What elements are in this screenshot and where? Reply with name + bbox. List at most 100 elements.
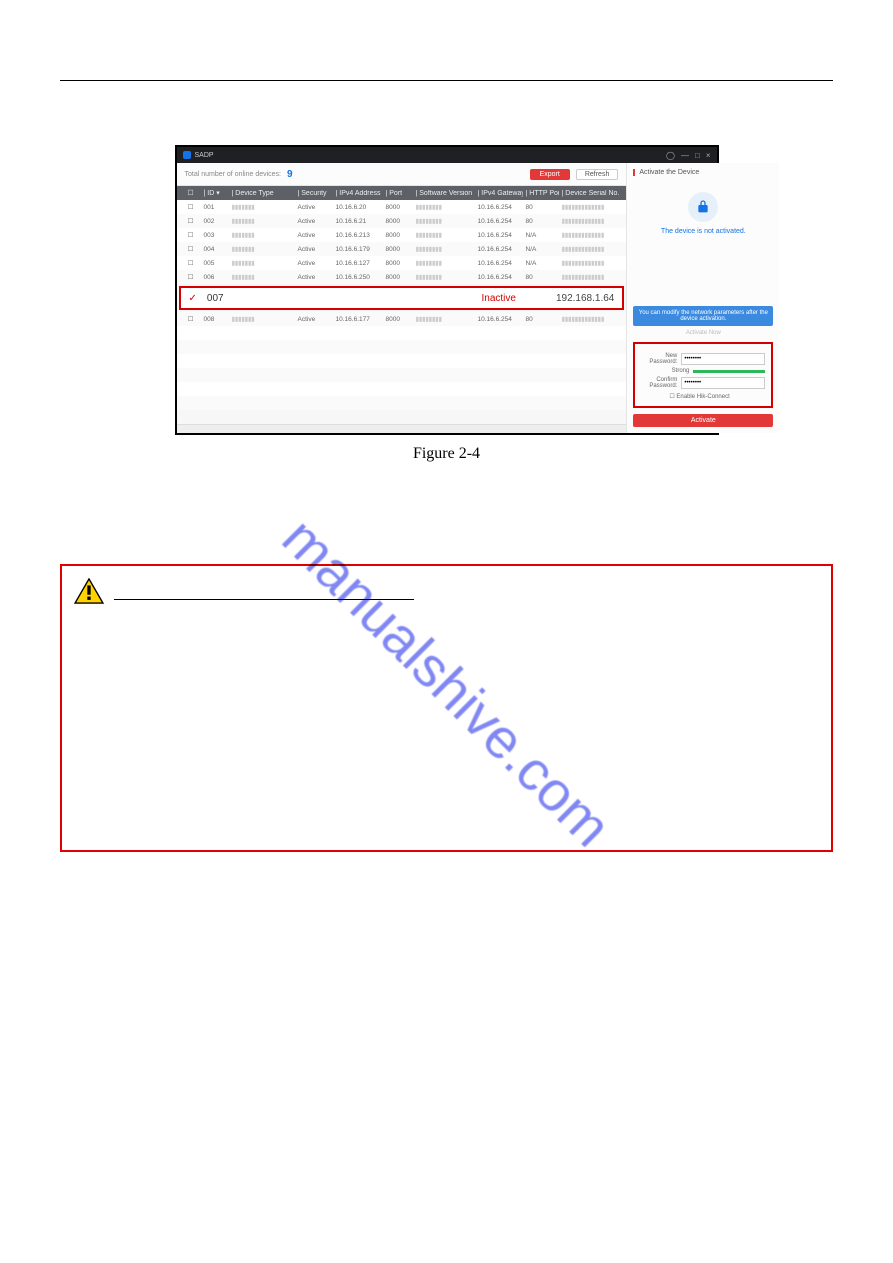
cell-ip: 10.16.6.179: [333, 246, 383, 253]
row-checkbox[interactable]: ☐: [181, 273, 201, 281]
sadp-window: SADP ◯ — □ × Total number of online devi…: [175, 145, 719, 435]
refresh-button[interactable]: Refresh: [576, 169, 619, 180]
cell-security: Active: [295, 260, 333, 267]
cell-version: ▮▮▮▮▮▮▮▮: [413, 259, 475, 267]
figure-subcaption: SADP Interface: [60, 465, 833, 481]
cell-type: ▮▮▮▮▮▮▮: [229, 217, 295, 225]
hdr-http: | HTTP Port: [523, 190, 559, 197]
table-row[interactable]: ☐006▮▮▮▮▮▮▮Active10.16.6.2508000▮▮▮▮▮▮▮▮…: [177, 270, 627, 284]
row-checkbox[interactable]: ☐: [181, 203, 201, 211]
note-text: Note: The SADP software supports activat…: [150, 489, 743, 523]
cell-gateway: 10.16.6.254: [475, 316, 523, 323]
hdr-gateway: | IPv4 Gateway: [475, 190, 523, 197]
table-row[interactable]: ☐005▮▮▮▮▮▮▮Active10.16.6.1278000▮▮▮▮▮▮▮▮…: [177, 256, 627, 270]
cell-version: ▮▮▮▮▮▮▮▮: [413, 203, 475, 211]
right-pane-title: Activate the Device: [633, 169, 773, 176]
activate-button[interactable]: Activate: [633, 414, 773, 427]
cell-port: 8000: [383, 204, 413, 211]
hdr-security: | Security: [295, 190, 333, 197]
row-checkbox[interactable]: ☐: [181, 315, 201, 323]
modify-params-banner[interactable]: You can modify the network parameters af…: [633, 306, 773, 326]
hdr-ip: | IPv4 Address: [333, 190, 383, 197]
table-row-empty: [177, 396, 627, 410]
cell-id: 004: [201, 246, 229, 253]
intro-text: device of inactive status, and then inpu…: [160, 121, 833, 137]
row-checkbox[interactable]: ☐: [181, 217, 201, 225]
row-checkbox[interactable]: ☐: [181, 259, 201, 267]
cell-version: ▮▮▮▮▮▮▮▮: [413, 273, 475, 281]
cell-security: Active: [295, 218, 333, 225]
row-checkbox[interactable]: ☐: [181, 231, 201, 239]
cell-port: 8000: [383, 232, 413, 239]
table-row-empty: [177, 326, 627, 340]
close-icon[interactable]: ×: [706, 151, 711, 160]
hdr-port: | Port: [383, 190, 413, 197]
inactive-ip: 192.168.1.64: [556, 293, 614, 304]
cell-http: 80: [523, 316, 559, 323]
caution-box: STRONG PASSWORD RECOMMENDED – We highly …: [60, 564, 833, 852]
strength-bar: [693, 370, 765, 373]
cell-security: Active: [295, 274, 333, 281]
table-row[interactable]: ☐002▮▮▮▮▮▮▮Active10.16.6.218000▮▮▮▮▮▮▮▮1…: [177, 214, 627, 228]
page-number: 14: [60, 872, 833, 888]
not-activated-label: The device is not activated.: [633, 228, 773, 235]
cell-port: 8000: [383, 274, 413, 281]
cell-type: ▮▮▮▮▮▮▮: [229, 315, 295, 323]
new-password-label: New Password:: [641, 353, 677, 365]
cell-http: N/A: [523, 260, 559, 267]
cell-version: ▮▮▮▮▮▮▮▮: [413, 217, 475, 225]
inactive-status: Inactive: [481, 293, 515, 304]
new-password-input[interactable]: [681, 353, 765, 365]
cell-id: 003: [201, 232, 229, 239]
cell-http: 80: [523, 204, 559, 211]
enable-hikconnect-checkbox[interactable]: ☐ Enable Hik-Connect: [641, 393, 765, 400]
cell-port: 8000: [383, 218, 413, 225]
cell-version: ▮▮▮▮▮▮▮▮: [413, 231, 475, 239]
cell-http: 80: [523, 274, 559, 281]
activate-now-link[interactable]: Activate Now: [633, 330, 773, 336]
cell-security: Active: [295, 316, 333, 323]
cell-gateway: 10.16.6.254: [475, 204, 523, 211]
inactive-row-highlight[interactable]: ✓007Inactive192.168.1.64: [179, 286, 625, 310]
cell-version: ▮▮▮▮▮▮▮▮: [413, 245, 475, 253]
cell-type: ▮▮▮▮▮▮▮: [229, 245, 295, 253]
cell-serial: ▮▮▮▮▮▮▮▮▮▮▮▮▮: [559, 315, 623, 323]
row-checkbox[interactable]: ☐: [181, 245, 201, 253]
cell-type: ▮▮▮▮▮▮▮: [229, 259, 295, 267]
cell-security: Active: [295, 232, 333, 239]
cell-version: ▮▮▮▮▮▮▮▮: [413, 315, 475, 323]
strength-label: Strong: [641, 368, 689, 374]
cell-serial: ▮▮▮▮▮▮▮▮▮▮▮▮▮: [559, 203, 623, 211]
inactive-check-icon: ✓: [189, 293, 197, 304]
cell-security: Active: [295, 246, 333, 253]
horizontal-scrollbar[interactable]: [177, 424, 627, 433]
cell-port: 8000: [383, 260, 413, 267]
top-rule: [60, 80, 833, 81]
maximize-icon[interactable]: □: [695, 151, 700, 160]
password-box: New Password: Strong Confirm Password: ☐…: [633, 342, 773, 408]
cell-ip: 10.16.6.250: [333, 274, 383, 281]
confirm-password-label: Confirm Password:: [641, 377, 677, 389]
cell-http: 80: [523, 218, 559, 225]
cell-security: Active: [295, 204, 333, 211]
cell-id: 001: [201, 204, 229, 211]
warning-icon: [74, 578, 104, 604]
cell-gateway: 10.16.6.254: [475, 274, 523, 281]
cell-type: ▮▮▮▮▮▮▮: [229, 203, 295, 211]
confirm-password-input[interactable]: [681, 377, 765, 389]
minimize-icon[interactable]: —: [681, 151, 689, 160]
cell-ip: 10.16.6.213: [333, 232, 383, 239]
table-row[interactable]: ☐004▮▮▮▮▮▮▮Active10.16.6.1798000▮▮▮▮▮▮▮▮…: [177, 242, 627, 256]
cell-id: 005: [201, 260, 229, 267]
table-row[interactable]: ☐008▮▮▮▮▮▮▮Active10.16.6.1778000▮▮▮▮▮▮▮▮…: [177, 312, 627, 326]
table-row[interactable]: ☐001▮▮▮▮▮▮▮Active10.16.6.208000▮▮▮▮▮▮▮▮1…: [177, 200, 627, 214]
help-icon[interactable]: ◯: [666, 151, 675, 160]
hdr-checkbox[interactable]: ☐: [181, 189, 201, 197]
figure-caption: Figure 2-4: [60, 445, 833, 463]
sadp-logo-icon: [183, 151, 191, 159]
table-row[interactable]: ☐003▮▮▮▮▮▮▮Active10.16.6.2138000▮▮▮▮▮▮▮▮…: [177, 228, 627, 242]
export-button[interactable]: Export: [530, 169, 570, 180]
cell-gateway: 10.16.6.254: [475, 260, 523, 267]
cell-serial: ▮▮▮▮▮▮▮▮▮▮▮▮▮: [559, 245, 623, 253]
hdr-serial: | Device Serial No.: [559, 190, 623, 197]
